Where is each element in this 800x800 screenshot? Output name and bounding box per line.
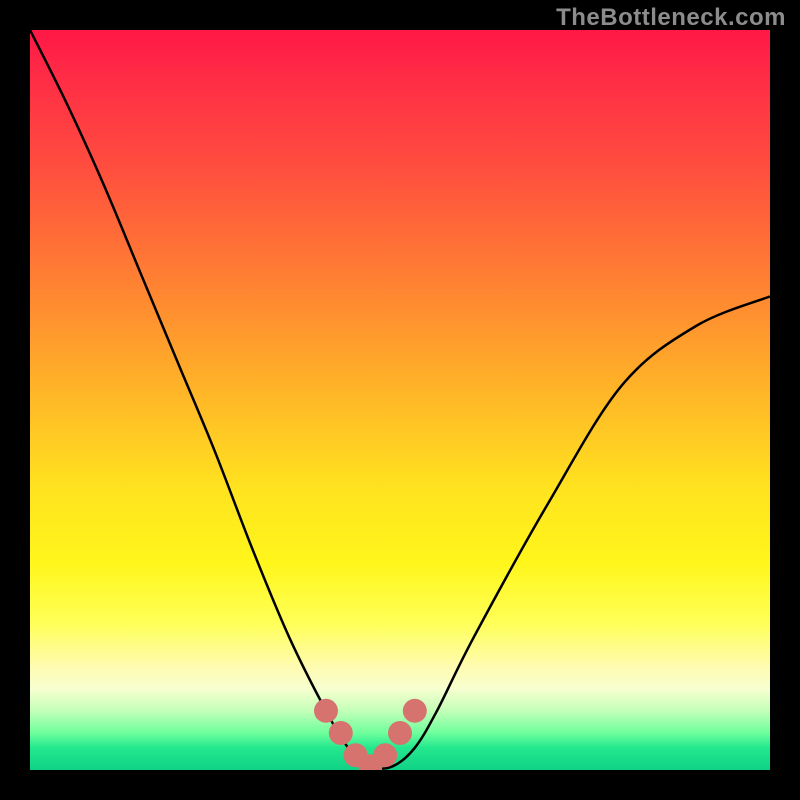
marker-point — [403, 699, 427, 723]
chart-svg — [30, 30, 770, 770]
bottleneck-curve — [30, 30, 770, 769]
plot-area — [30, 30, 770, 770]
marker-point — [314, 699, 338, 723]
marker-point — [329, 721, 353, 745]
optimum-markers — [314, 699, 427, 770]
marker-point — [373, 743, 397, 767]
attribution-label: TheBottleneck.com — [556, 4, 786, 32]
chart-container: TheBottleneck.com — [0, 0, 800, 800]
marker-point — [388, 721, 412, 745]
